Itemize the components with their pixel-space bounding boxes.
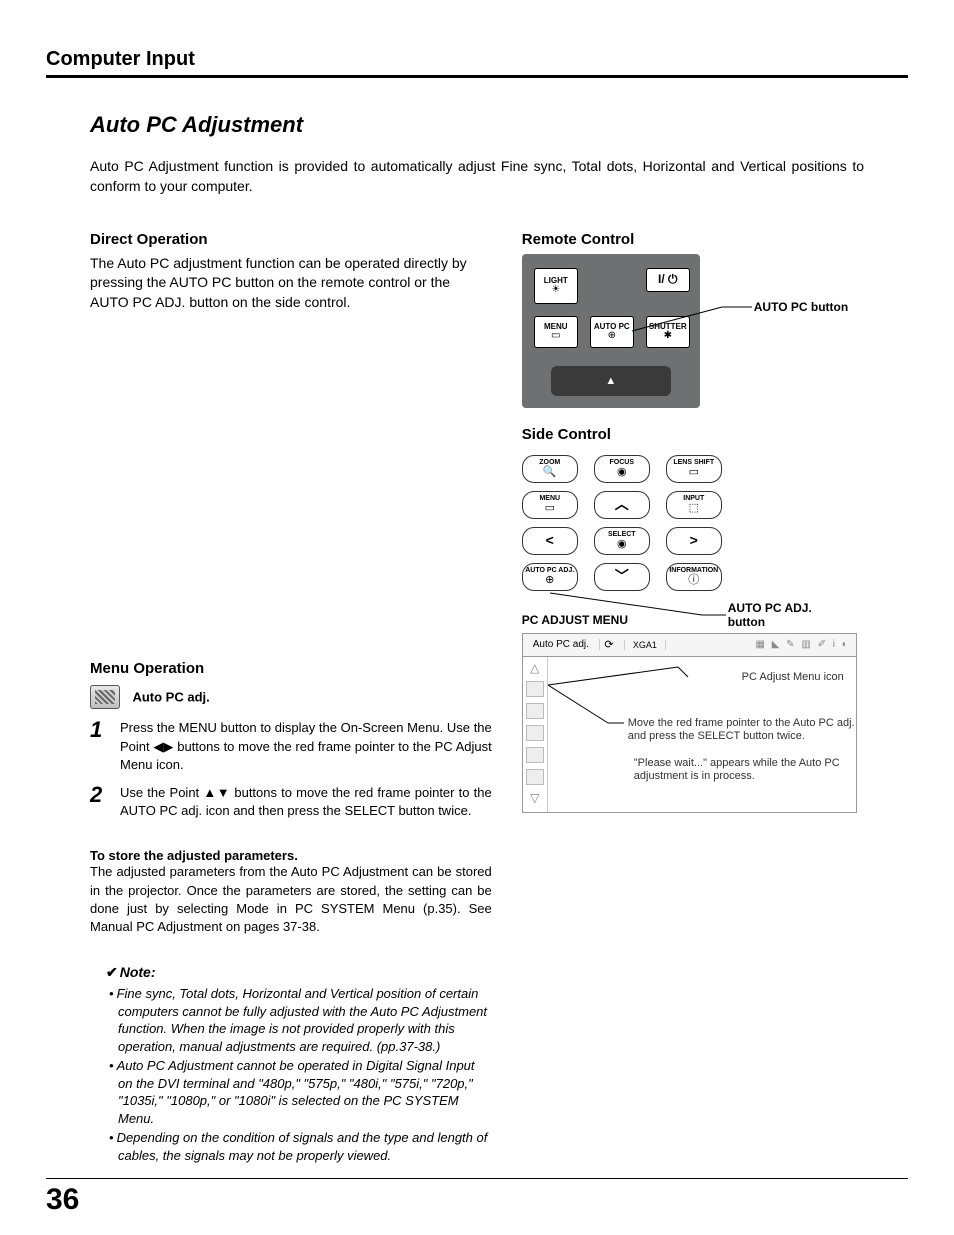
check-icon: ✔: [106, 964, 118, 980]
side-control-figure: ZOOM🔍 FOCUS◉ LENS SHIFT▭ MENU▭ ︿ INPUT⬚ …: [522, 455, 722, 591]
step-1: 1 Press the MENU button to display the O…: [90, 719, 492, 774]
auto-pc-adj-button: AUTO PC ADJ.⊕: [522, 563, 578, 591]
lens-shift-button: LENS SHIFT▭: [666, 455, 722, 483]
side-control-heading: Side Control: [522, 426, 864, 443]
store-text: The adjusted parameters from the Auto PC…: [90, 863, 492, 936]
page-number: 36: [46, 1183, 79, 1217]
note-heading: ✔Note:: [90, 964, 492, 981]
direct-operation-text: The Auto PC adjustment function can be o…: [90, 254, 492, 313]
menu-operation-heading: Menu Operation: [90, 660, 492, 677]
zoom-button: ZOOM🔍: [522, 455, 578, 483]
store-heading: To store the adjusted parameters.: [90, 848, 492, 863]
note-list: Fine sync, Total dots, Horizontal and Ve…: [90, 985, 492, 1164]
step-number: 2: [90, 784, 110, 820]
step-2: 2 Use the Point ▲▼ buttons to move the r…: [90, 784, 492, 820]
focus-button: FOCUS◉: [594, 455, 650, 483]
menu-top-label: Auto PC adj.: [523, 639, 600, 650]
note-item: Fine sync, Total dots, Horizontal and Ve…: [118, 985, 492, 1055]
input-button: INPUT⬚: [666, 491, 722, 519]
information-button: INFORMATIONⓘ: [666, 563, 722, 591]
step-text: Press the MENU button to display the On-…: [120, 719, 492, 774]
note-item: Auto PC Adjustment cannot be operated in…: [118, 1057, 492, 1127]
menu-side-icons: △ ▽: [523, 657, 548, 812]
power-button: I/ ⏻: [646, 268, 690, 292]
light-button: LIGHT☀: [534, 268, 578, 304]
page-title: Auto PC Adjustment: [90, 112, 864, 138]
step-text: Use the Point ▲▼ buttons to move the red…: [120, 784, 492, 820]
auto-pc-adj-icon: [90, 685, 120, 709]
auto-pc-button: AUTO PC⊕: [590, 316, 634, 348]
left-arrow-button: <: [522, 527, 578, 555]
down-arrow-button: ﹀: [594, 563, 650, 591]
note-item: Depending on the condition of signals an…: [118, 1129, 492, 1164]
menu-button: MENU▭: [534, 316, 578, 348]
direct-operation-heading: Direct Operation: [90, 231, 492, 248]
intro-paragraph: Auto PC Adjustment function is provided …: [90, 156, 864, 197]
step-number: 1: [90, 719, 110, 774]
up-arrow-pad: [551, 366, 671, 396]
menu-note-2: "Please wait..." appears while the Auto …: [634, 757, 870, 785]
menu-icon-callout: PC Adjust Menu icon: [742, 671, 844, 683]
remote-control-heading: Remote Control: [522, 231, 864, 248]
pc-adjust-menu-heading: PC ADJUST MENU: [522, 613, 862, 627]
auto-pc-button-callout: AUTO PC button: [754, 300, 848, 314]
footer-rule: [46, 1178, 908, 1179]
right-arrow-button: >: [666, 527, 722, 555]
select-button: SELECT◉: [594, 527, 650, 555]
menu-button: MENU▭: [522, 491, 578, 519]
menu-top-icons: ▦ ◣ ✎ ▥ ✐ i ◐: [666, 639, 856, 650]
shutter-button: SHUTTER✱: [646, 316, 690, 348]
pc-adjust-menu-figure: Auto PC adj. ⟳ XGA1 ▦ ◣ ✎ ▥ ✐ i ◐ △: [522, 633, 857, 813]
menu-note-1: Move the red frame pointer to the Auto P…: [628, 717, 868, 745]
remote-control-figure: LIGHT☀ I/ ⏻ MENU▭ AUTO PC⊕ SHUTTER✱: [522, 254, 700, 408]
section-header: Computer Input: [46, 48, 908, 78]
menu-mode: XGA1: [624, 640, 666, 650]
up-arrow-button: ︿: [594, 491, 650, 519]
auto-pc-adj-label: Auto PC adj.: [132, 690, 209, 705]
